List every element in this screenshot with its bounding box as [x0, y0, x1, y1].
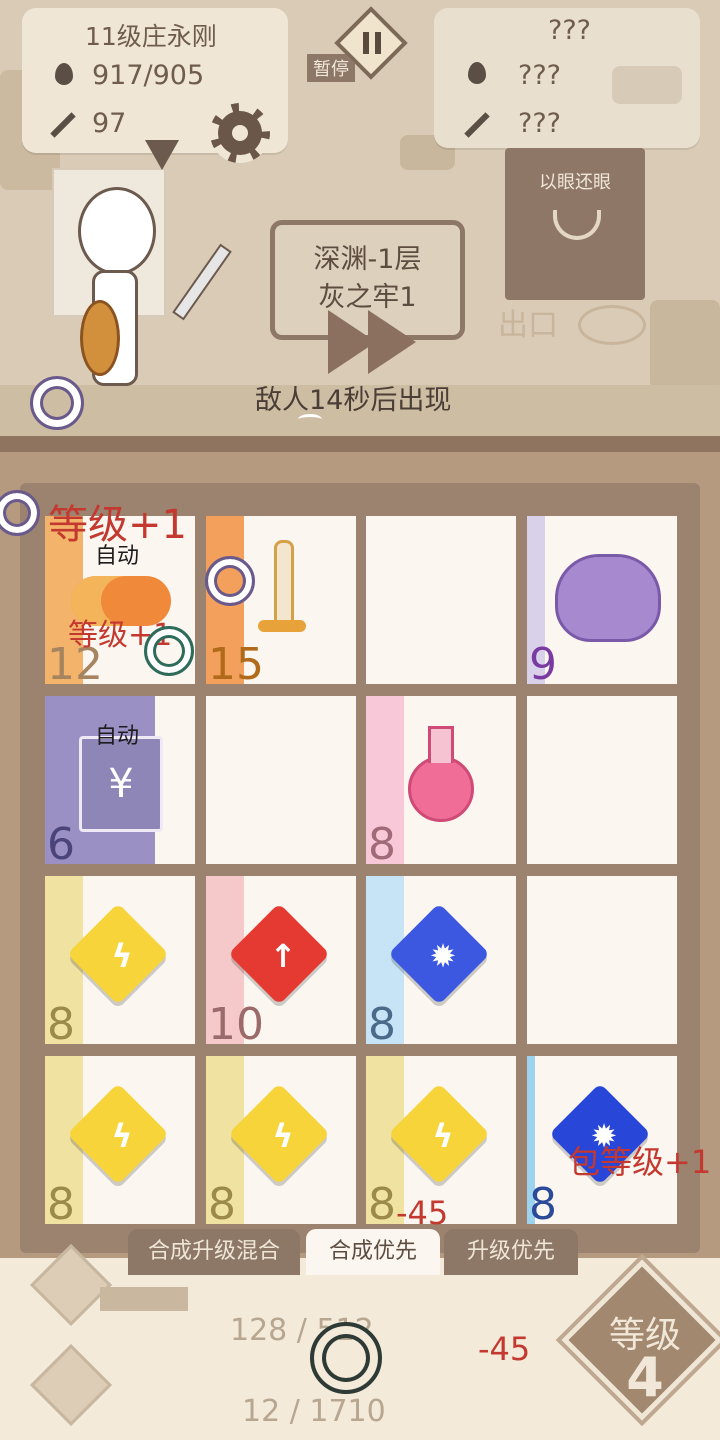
cell-level-number: 9 [529, 639, 557, 684]
gem-symbol-icon: ↑ [269, 937, 297, 975]
pause-label: 暂停 [307, 54, 355, 82]
stage-line1: 深渊-1层 [313, 244, 422, 275]
board-cell[interactable] [527, 876, 677, 1044]
cell-level-number: 8 [368, 819, 396, 864]
tab-upgrade-first[interactable]: 升级优先 [444, 1229, 578, 1275]
player-name: 11级庄永刚 [85, 22, 217, 51]
stage-line2: 灰之牢1 [318, 282, 417, 313]
enemy-timer: 敌人14秒后出现 [255, 385, 452, 416]
enemy-skill-label: 以眼还眼 [539, 172, 611, 193]
board-cell[interactable]: ↑ 10 [206, 876, 356, 1044]
swirl-effect-icon [144, 626, 194, 676]
enemy-skill-card[interactable]: 以眼还眼 [505, 148, 645, 300]
player-head [78, 187, 156, 275]
cell-level-number: 8 [47, 1179, 75, 1224]
sword-icon [274, 540, 294, 626]
damage-float: -45 [396, 1194, 449, 1232]
exit-arrow-icon[interactable] [578, 305, 646, 345]
board-cell[interactable] [527, 696, 677, 864]
board-cell[interactable]: 9 [527, 516, 677, 684]
gem-symbol-icon: ϟ [111, 937, 133, 975]
board-cell[interactable]: ✹ 8 [366, 876, 516, 1044]
gem-symbol-icon: ✹ [429, 937, 457, 975]
slime-icon [555, 554, 661, 642]
auto-label: 自动 [95, 724, 140, 749]
swirl-effect-icon [30, 376, 84, 430]
enemy-hp: ??? [518, 60, 561, 91]
tab-merge-first[interactable]: 合成优先 [306, 1229, 440, 1275]
cell-level-number: 8 [368, 1179, 396, 1224]
level-up-float: 等级+1 [48, 502, 187, 548]
tab-mixed[interactable]: 合成升级混合 [128, 1229, 300, 1275]
board-cell[interactable]: ϟ8 [206, 1056, 356, 1224]
mode-tabs: 合成升级混合 合成优先 升级优先 [0, 1229, 720, 1279]
board-cell[interactable]: ϟ8 [45, 1056, 195, 1224]
level-number: 4 [626, 1346, 664, 1409]
board-cell[interactable]: ϟ8 [45, 876, 195, 1044]
potion-neck [428, 726, 454, 763]
eye-icon [553, 210, 601, 240]
sword-guard [258, 620, 306, 632]
enemy-name: ??? [548, 15, 591, 46]
hp-drop-icon [55, 63, 73, 85]
pause-icon [363, 32, 381, 54]
cell-level-number: 8 [208, 1179, 236, 1224]
player-hp: 917/905 [92, 60, 205, 91]
fast-forward-icon[interactable] [368, 310, 416, 374]
cell-level-number: 15 [208, 639, 264, 684]
cell-level-number: 8 [368, 999, 396, 1044]
chevron-up-icon[interactable] [298, 414, 322, 425]
cell-level-number: 8 [47, 999, 75, 1044]
shield-icon [80, 300, 120, 376]
board-cell[interactable] [366, 516, 516, 684]
rock [650, 300, 720, 390]
board-cell[interactable]: 8 [366, 696, 516, 864]
swirl-effect-icon [205, 556, 255, 606]
enemy-atk: ??? [518, 108, 561, 139]
cell-level-number: 6 [47, 819, 75, 864]
settings-gear-icon[interactable] [210, 103, 270, 163]
player-pointer-icon [145, 140, 179, 170]
money-bill-icon: ¥ [79, 736, 163, 832]
damage-float-2: -45 [478, 1330, 531, 1368]
exit-label: 出口 [498, 308, 558, 343]
enemy-hp-drop-icon [468, 62, 486, 84]
divider-rail [0, 436, 720, 452]
board-cell[interactable] [206, 696, 356, 864]
upgrade-counter: 12 / 1710 [242, 1394, 386, 1429]
player-atk: 97 [92, 108, 127, 139]
swirl-effect-icon [310, 1322, 382, 1394]
enemy-portrait-slot [612, 66, 682, 104]
skill-charge-bar [100, 1287, 188, 1311]
gem-symbol-icon: ϟ [272, 1117, 294, 1155]
gem-symbol-icon: ϟ [432, 1117, 454, 1155]
cell-level-number: 8 [529, 1179, 557, 1224]
cell-level-number: 10 [208, 999, 264, 1044]
board-cell[interactable]: ¥ 自动 6 [45, 696, 195, 864]
potion-icon [408, 756, 474, 822]
gem-symbol-icon: ϟ [111, 1117, 133, 1155]
bag-level-up-float: 包等级+1 [568, 1143, 712, 1181]
